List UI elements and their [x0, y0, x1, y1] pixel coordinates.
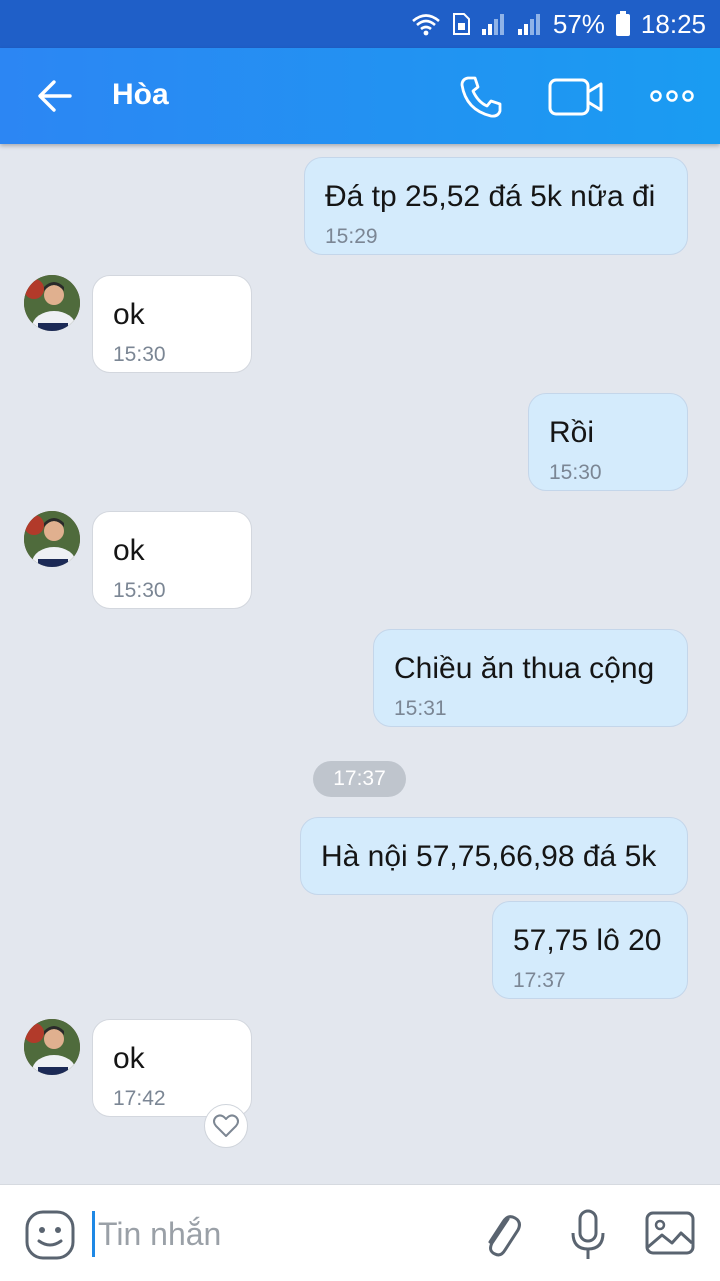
video-call-icon[interactable]: [548, 76, 604, 118]
sim-icon: [452, 13, 470, 35]
message-time: 15:30: [113, 343, 166, 366]
message-incoming[interactable]: ok 15:30: [92, 275, 252, 373]
avatar-photo: [24, 275, 80, 331]
time-separator: 17:37: [313, 761, 406, 797]
message-text: Hà nội 57,75,66,98 đá 5k: [321, 840, 657, 873]
like-button[interactable]: [204, 1104, 248, 1148]
attachment-icon[interactable]: [478, 1205, 526, 1265]
message-time: 17:42: [113, 1087, 166, 1110]
message-outgoing[interactable]: 57,75 lô 20 17:37: [492, 901, 688, 999]
message-outgoing[interactable]: Hà nội 57,75,66,98 đá 5k: [300, 817, 688, 895]
message-outgoing[interactable]: Chiều ăn thua cộng 15:31: [373, 629, 688, 727]
message-text: ok: [113, 1042, 145, 1075]
battery-icon: [615, 11, 630, 36]
signal-icon: [481, 14, 504, 35]
message-composer: [0, 1184, 720, 1281]
message-outgoing[interactable]: Rồi 15:30: [528, 393, 688, 491]
message-incoming[interactable]: ok 17:42: [92, 1019, 252, 1117]
message-time: 15:31: [394, 697, 447, 720]
avatar[interactable]: [24, 275, 80, 331]
message-text: Chiều ăn thua cộng: [394, 652, 655, 685]
message-list[interactable]: Đá tp 25,52 đá 5k nữa đi 15:29 ok 15:30 …: [0, 144, 720, 1184]
avatar-photo: [24, 511, 80, 567]
message-text: Đá tp 25,52 đá 5k nữa đi: [325, 180, 656, 213]
heart-icon: [213, 1114, 239, 1137]
message-text: Rồi: [549, 416, 595, 449]
more-options-icon[interactable]: [648, 84, 696, 108]
image-icon[interactable]: [644, 1209, 696, 1257]
message-incoming[interactable]: ok 15:30: [92, 511, 252, 609]
message-time: 15:30: [113, 579, 166, 602]
chat-header: Hòa: [0, 48, 720, 144]
message-text: ok: [113, 534, 145, 567]
signal-icon-2: [517, 14, 540, 35]
microphone-icon[interactable]: [568, 1205, 608, 1265]
wifi-icon: [412, 14, 440, 36]
message-text: 57,75 lô 20: [513, 924, 662, 957]
status-indicators: 57% 18:25: [411, 8, 706, 40]
avatar[interactable]: [24, 511, 80, 567]
avatar-photo: [24, 1019, 80, 1075]
avatar[interactable]: [24, 1019, 80, 1075]
emoji-icon[interactable]: [24, 1209, 76, 1261]
text-caret: [92, 1211, 95, 1257]
message-outgoing[interactable]: Đá tp 25,52 đá 5k nữa đi 15:29: [304, 157, 688, 255]
status-bar: 57% 18:25: [0, 0, 720, 48]
message-input[interactable]: [96, 1207, 440, 1261]
message-time: 15:30: [549, 461, 602, 484]
message-time: 17:37: [513, 969, 566, 992]
message-time: 15:29: [325, 225, 378, 248]
phone-icon[interactable]: [458, 74, 504, 120]
message-text: ok: [113, 298, 145, 331]
back-arrow-icon[interactable]: [30, 72, 80, 120]
contact-name[interactable]: Hòa: [112, 78, 169, 112]
battery-percent: 57%: [552, 8, 605, 39]
clock: 18:25: [640, 8, 706, 39]
